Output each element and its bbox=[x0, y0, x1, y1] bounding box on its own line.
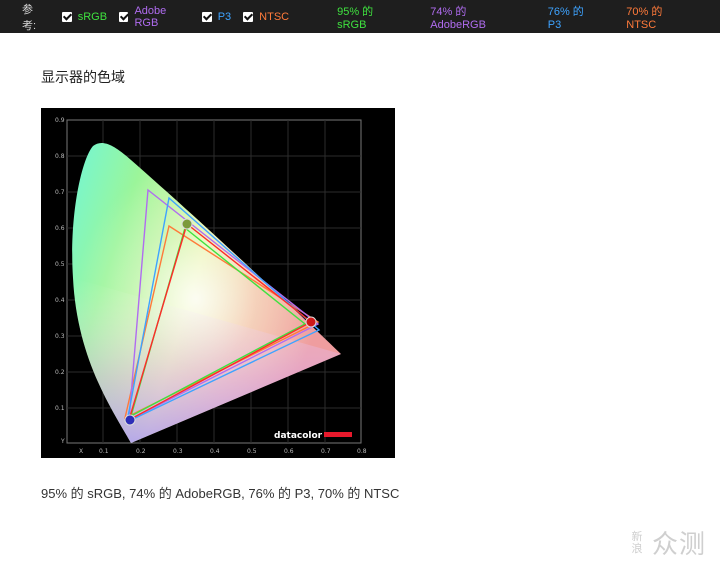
site-watermark: 新 浪 众测 bbox=[630, 524, 706, 561]
coverage-stats: 95% 的 sRGB 74% 的 AdobeRGB 76% 的 P3 70% 的… bbox=[337, 3, 720, 31]
y-tick: 0.8 bbox=[55, 153, 65, 160]
x-tick: 0.5 bbox=[247, 448, 257, 455]
stat-ntsc: 70% 的 NTSC bbox=[626, 5, 663, 31]
x-tick: 0.6 bbox=[284, 448, 294, 455]
checkbox-p3-label: P3 bbox=[217, 10, 232, 23]
checkbox-ntsc[interactable]: NTSC bbox=[243, 11, 289, 23]
reference-toolbar: 参考: sRGB Adobe RGB P3 NTSC 95% 的 sRGB 74… bbox=[0, 0, 720, 33]
y-tick: 0.2 bbox=[55, 369, 65, 376]
y-tick: 0.4 bbox=[55, 297, 65, 304]
x-tick: 0.2 bbox=[136, 448, 146, 455]
y-tick: 0.6 bbox=[55, 225, 65, 232]
y-tick: 0.1 bbox=[55, 405, 65, 412]
x-tick: 0.4 bbox=[210, 448, 220, 455]
x-tick: 0.1 bbox=[99, 448, 109, 455]
gamut-figure: Y 0.1 0.2 0.3 0.4 0.5 0.6 0.7 0.8 0.9 X … bbox=[41, 108, 395, 458]
checkbox-adobe-rgb-label: Adobe RGB bbox=[134, 4, 167, 29]
datacolor-logo-bar bbox=[324, 432, 352, 437]
reference-label: 参考: bbox=[22, 3, 37, 32]
y-tick: 0.7 bbox=[55, 189, 65, 196]
gamut-caption: 95% 的 sRGB, 74% 的 AdobeRGB, 76% 的 P3, 70… bbox=[41, 486, 400, 501]
checkbox-checked-icon[interactable] bbox=[119, 11, 129, 22]
watermark-big-text: 众测 bbox=[652, 529, 707, 559]
y-tick: 0.9 bbox=[55, 117, 65, 124]
checkbox-checked-icon[interactable] bbox=[243, 11, 254, 22]
x-tick: 0.8 bbox=[357, 448, 367, 455]
stat-srgb: 95% 的 sRGB bbox=[337, 5, 374, 31]
checkbox-ntsc-label: NTSC bbox=[259, 10, 290, 23]
x-tick: 0.3 bbox=[173, 448, 183, 455]
red-primary-marker bbox=[305, 316, 317, 328]
checkbox-srgb[interactable]: sRGB bbox=[61, 10, 108, 23]
datacolor-logo: datacolor bbox=[274, 431, 323, 441]
checkbox-checked-icon[interactable] bbox=[201, 11, 212, 22]
cie-diagram: Y 0.1 0.2 0.3 0.4 0.5 0.6 0.7 0.8 0.9 X … bbox=[55, 117, 367, 455]
section-heading: 显示器的色域 bbox=[41, 69, 125, 85]
stat-adobergb: 74% 的 AdobeRGB bbox=[430, 5, 486, 31]
checkbox-p3[interactable]: P3 bbox=[201, 10, 232, 23]
green-primary-marker bbox=[181, 218, 193, 230]
y-tick: 0.5 bbox=[55, 261, 65, 268]
y-tick: 0.3 bbox=[55, 333, 65, 340]
checkbox-adobe-rgb[interactable]: Adobe RGB bbox=[119, 5, 190, 29]
stat-p3: 76% 的 P3 bbox=[547, 5, 584, 31]
x-tick: 0.7 bbox=[321, 448, 331, 455]
y-axis-title: Y bbox=[60, 438, 65, 445]
blue-primary-marker bbox=[124, 414, 136, 426]
checkbox-srgb-label: sRGB bbox=[77, 10, 108, 23]
x-axis-title: X bbox=[79, 448, 83, 455]
watermark-stacked-text: 新 浪 bbox=[631, 530, 643, 555]
checkbox-checked-icon[interactable] bbox=[61, 11, 72, 22]
